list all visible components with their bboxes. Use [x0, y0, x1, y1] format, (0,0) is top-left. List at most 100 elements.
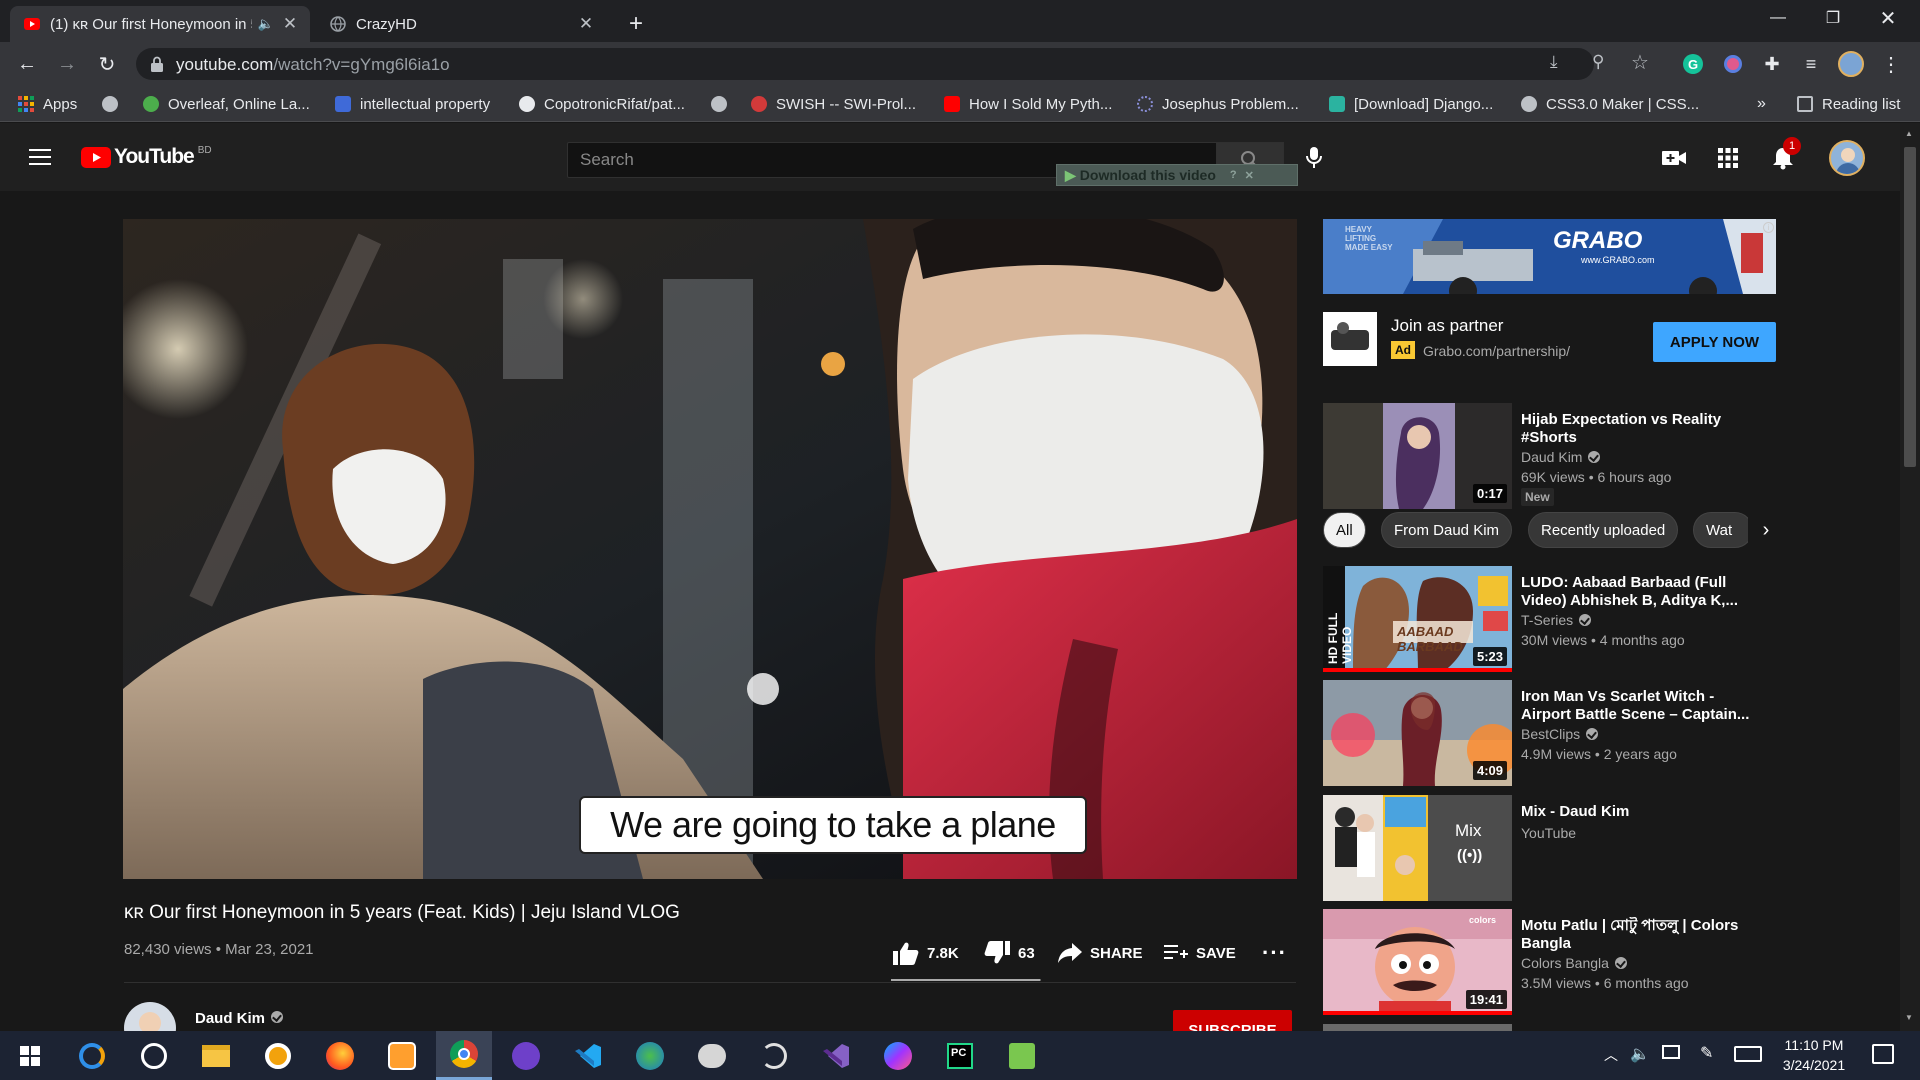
extension-icon[interactable] — [1719, 50, 1747, 78]
create-video-icon[interactable] — [1662, 150, 1686, 166]
recommendation-item[interactable]: 0:17 Hijab Expectation vs Reality #Short… — [1323, 403, 1776, 509]
taskbar-file-explorer[interactable] — [188, 1031, 244, 1080]
chip-all[interactable]: All — [1323, 512, 1366, 548]
browser-tab-youtube[interactable]: (1) ᴋʀ Our first Honeymoon in 5 years (F… — [10, 6, 310, 42]
like-button[interactable]: 7.8K — [893, 940, 959, 966]
apps-grid-icon[interactable] — [1718, 148, 1738, 168]
taskbar-messenger[interactable] — [870, 1031, 926, 1080]
back-button[interactable]: ← — [13, 50, 41, 78]
tab-close-icon[interactable]: ✕ — [576, 14, 596, 34]
video-player[interactable]: We are going to take a plane — [123, 219, 1297, 879]
taskbar-app-2[interactable] — [746, 1031, 802, 1080]
chip-watched[interactable]: Wat — [1693, 512, 1753, 548]
video-thumbnail[interactable]: HD FULL VIDEO AABAAD BARBAAD 5:23 — [1323, 566, 1512, 672]
bookmark-intellectual-property[interactable]: intellectual property — [335, 93, 490, 115]
taskbar-app[interactable] — [684, 1031, 740, 1080]
taskbar-globe-app[interactable] — [622, 1031, 678, 1080]
bookmark-globe[interactable] — [102, 93, 127, 115]
lock-icon[interactable] — [150, 56, 164, 72]
bookmark-github-repo[interactable]: CopotronicRifat/pat... — [519, 93, 685, 115]
grammarly-extension-icon[interactable]: G — [1679, 50, 1707, 78]
taskbar-app-3[interactable] — [994, 1031, 1050, 1080]
reload-button[interactable]: ↻ — [93, 50, 121, 78]
network-icon[interactable] — [1662, 1045, 1680, 1059]
taskbar-visual-studio[interactable] — [808, 1031, 864, 1080]
video-title[interactable]: Iron Man Vs Scarlet Witch - Airport Batt… — [1521, 688, 1766, 724]
bookmark-globe-2[interactable] — [711, 93, 736, 115]
video-title[interactable]: LUDO: Aabaad Barbaad (Full Video) Abhish… — [1521, 574, 1766, 610]
video-title[interactable]: Hijab Expectation vs Reality #Shorts — [1521, 411, 1766, 447]
puzzle-extensions-icon[interactable]: ✚ — [1758, 50, 1786, 78]
scrollbar-thumb[interactable] — [1904, 147, 1916, 467]
system-clock[interactable]: 11:10 PM 3/24/2021 — [1766, 1035, 1862, 1075]
video-thumbnail[interactable]: 4:09 — [1323, 680, 1512, 786]
audio-playing-icon[interactable]: 🔈 — [258, 16, 274, 32]
hamburger-menu-icon[interactable] — [29, 148, 51, 166]
browser-tab-crazyhd[interactable]: CrazyHD ✕ — [316, 6, 606, 42]
download-video-bar[interactable]: ▶ Download this video ? ✕ — [1056, 164, 1298, 186]
taskbar-vscode[interactable] — [560, 1031, 616, 1080]
bookmark-css-maker[interactable]: CSS3.0 Maker | CSS... — [1521, 93, 1699, 115]
install-app-icon[interactable]: ⤓ — [1550, 52, 1558, 72]
restore-window-button[interactable]: ❐ — [1806, 0, 1860, 36]
tab-close-icon[interactable]: ✕ — [280, 14, 300, 34]
chrome-menu-icon[interactable]: ⋮ — [1877, 50, 1905, 78]
taskbar-paint-app[interactable] — [374, 1031, 430, 1080]
recommendation-item[interactable]: HD FULL VIDEO AABAAD BARBAAD 5:23 LUDO: … — [1323, 566, 1776, 672]
bookmark-swish[interactable]: SWISH -- SWI-Prol... — [751, 93, 916, 115]
taskbar-firefox[interactable] — [312, 1031, 368, 1080]
ad-info-icon[interactable]: i — [1763, 222, 1774, 233]
forward-button[interactable]: → — [53, 50, 81, 78]
chevron-right-icon[interactable]: › — [1748, 512, 1784, 548]
bookmark-josephus[interactable]: Josephus Problem... — [1137, 93, 1299, 115]
video-title[interactable]: Motu Patlu | মোটু পাতলু | Colors Bangla — [1521, 917, 1766, 953]
channel-name[interactable]: YouTube — [1521, 825, 1576, 841]
recommendation-item[interactable]: 4:09 Iron Man Vs Scarlet Witch - Airport… — [1323, 680, 1776, 786]
bookmark-overleaf[interactable]: Overleaf, Online La... — [143, 93, 310, 115]
ad-banner[interactable]: HEAVY LIFTING MADE EASY GRABO www.GRABO.… — [1323, 219, 1776, 294]
show-hidden-icons-chevron-icon[interactable]: ︿ — [1604, 1045, 1618, 1065]
video-thumbnail[interactable]: 0:17 — [1323, 403, 1512, 509]
profile-avatar[interactable] — [1837, 50, 1865, 78]
notifications-button[interactable]: 1 — [1772, 137, 1801, 170]
video-thumbnail[interactable]: colors 19:41 — [1323, 909, 1512, 1015]
media-control-icon[interactable]: ≡ — [1797, 50, 1825, 78]
save-button[interactable]: SAVE — [1164, 940, 1236, 966]
channel-name[interactable]: Daud Kim — [195, 1010, 284, 1027]
bookmark-youtube-video[interactable]: How I Sold My Pyth... — [944, 93, 1112, 115]
close-window-button[interactable]: ✕ — [1861, 0, 1915, 36]
address-bar[interactable]: youtube.com/watch?v=gYmg6l6ia1o ⤓ ⚲ ☆ — [136, 48, 1649, 80]
taskbar-whatsapp[interactable] — [126, 1031, 182, 1080]
channel-name[interactable]: Daud Kim — [1521, 449, 1601, 465]
pen-icon[interactable]: ✎ — [1700, 1043, 1713, 1063]
new-tab-button[interactable]: + — [622, 10, 650, 38]
close-icon[interactable]: ✕ — [1245, 169, 1254, 182]
volume-icon[interactable]: 🔈 — [1630, 1044, 1650, 1064]
chip-recently-uploaded[interactable]: Recently uploaded — [1528, 512, 1679, 548]
keyboard-icon[interactable] — [1734, 1046, 1762, 1062]
chip-from-daud-kim[interactable]: From Daud Kim — [1381, 512, 1513, 548]
video-title[interactable]: Mix - Daud Kim — [1521, 803, 1766, 821]
page-scrollbar[interactable]: ▲ ▼ — [1900, 123, 1920, 1031]
taskbar-pycharm[interactable]: PC — [932, 1031, 988, 1080]
zoom-icon[interactable]: ⚲ — [1592, 52, 1604, 72]
share-button[interactable]: SHARE — [1058, 940, 1143, 966]
bookmark-django-download[interactable]: [Download] Django... — [1329, 93, 1493, 115]
apply-now-button[interactable]: APPLY NOW — [1653, 322, 1776, 362]
channel-name[interactable]: T-Series — [1521, 612, 1592, 628]
more-actions-icon[interactable]: ··· — [1262, 940, 1287, 966]
taskbar-vpn[interactable] — [250, 1031, 306, 1080]
scroll-down-arrow-icon[interactable]: ▼ — [1905, 1013, 1913, 1022]
minimize-window-button[interactable]: — — [1751, 0, 1805, 36]
account-avatar[interactable] — [1829, 140, 1865, 176]
recommendation-item[interactable]: colors 19:41 Motu Patlu | মোটু পাতলু | C… — [1323, 909, 1776, 1015]
taskbar-sync-app[interactable] — [64, 1031, 120, 1080]
taskbar-github-desktop[interactable] — [498, 1031, 554, 1080]
reading-list-button[interactable]: Reading list — [1797, 93, 1900, 115]
channel-name[interactable]: Colors Bangla — [1521, 955, 1627, 971]
scroll-up-arrow-icon[interactable]: ▲ — [1905, 129, 1913, 138]
recommendation-item[interactable]: Mix ((•)) Mix - Daud Kim YouTube — [1323, 795, 1776, 901]
taskbar-chrome[interactable] — [436, 1031, 492, 1080]
help-icon[interactable]: ? — [1230, 169, 1237, 181]
dislike-button[interactable]: 63 — [984, 940, 1035, 966]
